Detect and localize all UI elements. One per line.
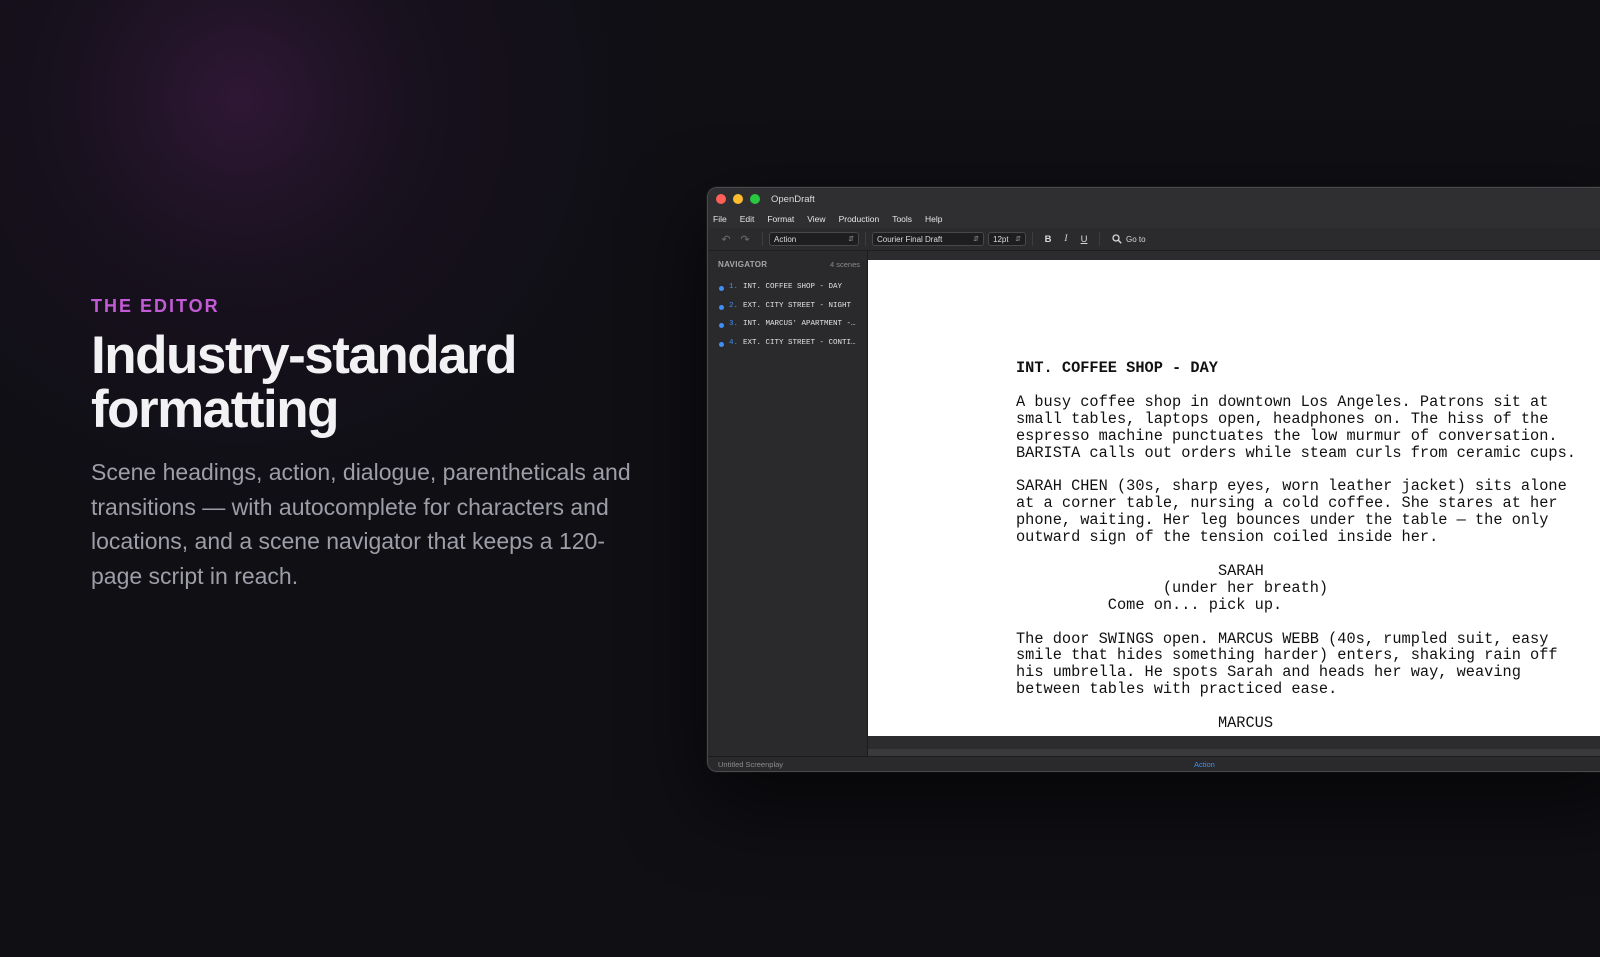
close-window-button[interactable] xyxy=(716,194,726,204)
element-type-select[interactable]: Action ⇵ xyxy=(769,232,859,246)
underline-button[interactable]: U xyxy=(1075,234,1093,245)
navigator-title: NAVIGATOR xyxy=(718,259,768,269)
script-text[interactable]: INT. COFFEE SHOP - DAY A busy coffee sho… xyxy=(1016,360,1576,732)
hero-section: THE EDITOR Industry-standard formatting … xyxy=(91,296,651,593)
toolbar-divider xyxy=(865,232,866,246)
menu-tools[interactable]: Tools xyxy=(892,214,912,224)
select-arrows-icon: ⇵ xyxy=(1015,236,1021,243)
action-line: his umbrella. He spots Sarah and heads h… xyxy=(1016,663,1521,682)
font-select[interactable]: Courier Final Draft ⇵ xyxy=(872,232,984,246)
toolbar-divider xyxy=(1032,232,1033,246)
font-size-value: 12pt xyxy=(993,234,1009,244)
window-title: OpenDraft xyxy=(771,193,815,205)
menu-bar: File Edit Format View Production Tools H… xyxy=(708,210,1600,228)
scene-item-4[interactable]: 4. EXT. CITY STREET - CONTINUOUS xyxy=(708,334,867,353)
minimize-window-button[interactable] xyxy=(733,194,743,204)
action-line: The door SWINGS open. MARCUS WEBB (40s, … xyxy=(1016,629,1549,648)
select-arrows-icon: ⇵ xyxy=(973,236,979,243)
action-line: A busy coffee shop in downtown Los Angel… xyxy=(1016,392,1549,411)
action-line: small tables, laptops open, headphones o… xyxy=(1016,409,1549,428)
title-bar: OpenDraft xyxy=(708,188,1600,210)
menu-production[interactable]: Production xyxy=(839,214,880,224)
action-line: phone, waiting. Her leg bounces under th… xyxy=(1016,511,1549,530)
action-line: between tables with practiced ease. xyxy=(1016,680,1338,699)
scene-name: INT. MARCUS' APARTMENT - NIGHT xyxy=(743,320,858,329)
headline-line-2: formatting xyxy=(91,380,340,439)
scene-item-1[interactable]: 1. INT. COFFEE SHOP - DAY xyxy=(708,278,867,297)
scene-dot-icon xyxy=(719,286,724,292)
scene-name: INT. COFFEE SHOP - DAY xyxy=(743,283,843,292)
character-cue: MARCUS xyxy=(1217,714,1274,733)
scene-number: 3. xyxy=(729,320,739,329)
navigator-header: NAVIGATOR 4 scenes xyxy=(708,251,867,271)
parenthetical: (under her breath) xyxy=(1162,578,1329,597)
select-arrows-icon: ⇵ xyxy=(848,236,854,243)
toolbar-divider xyxy=(1099,232,1100,246)
section-eyebrow: THE EDITOR xyxy=(91,296,220,316)
menu-format[interactable]: Format xyxy=(767,214,794,224)
action-line: espresso machine punctuates the low murm… xyxy=(1016,426,1558,445)
hero-description: Scene headings, action, dialogue, parent… xyxy=(91,459,631,589)
hero-headline: Industry-standard formatting xyxy=(91,329,651,437)
element-type-value: Action xyxy=(774,234,797,244)
redo-icon[interactable]: ↷ xyxy=(737,233,753,246)
dialogue-line: Come on... pick up. xyxy=(1107,595,1283,614)
action-line: outward sign of the tension coiled insid… xyxy=(1016,528,1439,547)
zoom-window-button[interactable] xyxy=(750,194,760,204)
page-background: THE EDITOR Industry-standard formatting … xyxy=(0,0,1600,957)
action-line: smile that hides something harder) enter… xyxy=(1016,646,1558,665)
menu-help[interactable]: Help xyxy=(925,214,942,224)
action-line: SARAH CHEN (30s, sharp eyes, worn leathe… xyxy=(1016,477,1567,496)
current-element-type: Action xyxy=(1194,759,1215,769)
toolbar-divider xyxy=(762,232,763,246)
scene-number: 1. xyxy=(729,283,739,292)
scene-count: 4 scenes xyxy=(829,259,860,269)
font-value: Courier Final Draft xyxy=(877,234,943,244)
script-page[interactable]: INT. COFFEE SHOP - DAY A busy coffee sho… xyxy=(868,260,1600,736)
status-bar: Untitled Screenplay Action xyxy=(708,756,1600,771)
font-size-select[interactable]: 12pt ⇵ xyxy=(988,232,1026,246)
scene-item-2[interactable]: 2. EXT. CITY STREET - NIGHT xyxy=(708,297,867,316)
undo-icon[interactable]: ↶ xyxy=(718,233,734,246)
scene-number: 4. xyxy=(729,338,739,347)
search-icon[interactable] xyxy=(1112,234,1122,244)
scene-list: 1. INT. COFFEE SHOP - DAY 2. EXT. CITY S… xyxy=(708,278,867,352)
menu-view[interactable]: View xyxy=(807,214,825,224)
scene-dot-icon xyxy=(719,341,724,347)
scene-number: 2. xyxy=(729,301,739,310)
headline-line-1: Industry-standard xyxy=(91,326,518,385)
bold-button[interactable]: B xyxy=(1039,234,1057,245)
italic-button[interactable]: I xyxy=(1057,234,1075,244)
action-line: BARISTA calls out orders while steam cur… xyxy=(1016,443,1576,462)
action-line: at a corner table, nursing a cold coffee… xyxy=(1016,494,1558,513)
scene-navigator: NAVIGATOR 4 scenes 1. INT. COFFEE SHOP -… xyxy=(708,251,868,757)
character-cue: SARAH xyxy=(1217,561,1264,580)
scene-dot-icon xyxy=(719,304,724,310)
toolbar: ↶ ↷ Action ⇵ Courier Final Draft ⇵ 12pt … xyxy=(708,228,1600,251)
editor-area: INT. COFFEE SHOP - DAY A busy coffee sho… xyxy=(868,251,1600,757)
menu-edit[interactable]: Edit xyxy=(740,214,755,224)
document-name: Untitled Screenplay xyxy=(718,759,784,769)
scene-dot-icon xyxy=(719,323,724,329)
scene-heading: INT. COFFEE SHOP - DAY xyxy=(1016,359,1218,377)
scene-name: EXT. CITY STREET - CONTINUOUS xyxy=(743,338,858,347)
go-to-button[interactable]: Go to xyxy=(1126,235,1146,244)
app-window: OpenDraft File Edit Format View Producti… xyxy=(707,187,1600,772)
menu-file[interactable]: File xyxy=(713,214,727,224)
scene-name: EXT. CITY STREET - NIGHT xyxy=(743,301,852,310)
scene-item-3[interactable]: 3. INT. MARCUS' APARTMENT - NIGHT xyxy=(708,315,867,334)
